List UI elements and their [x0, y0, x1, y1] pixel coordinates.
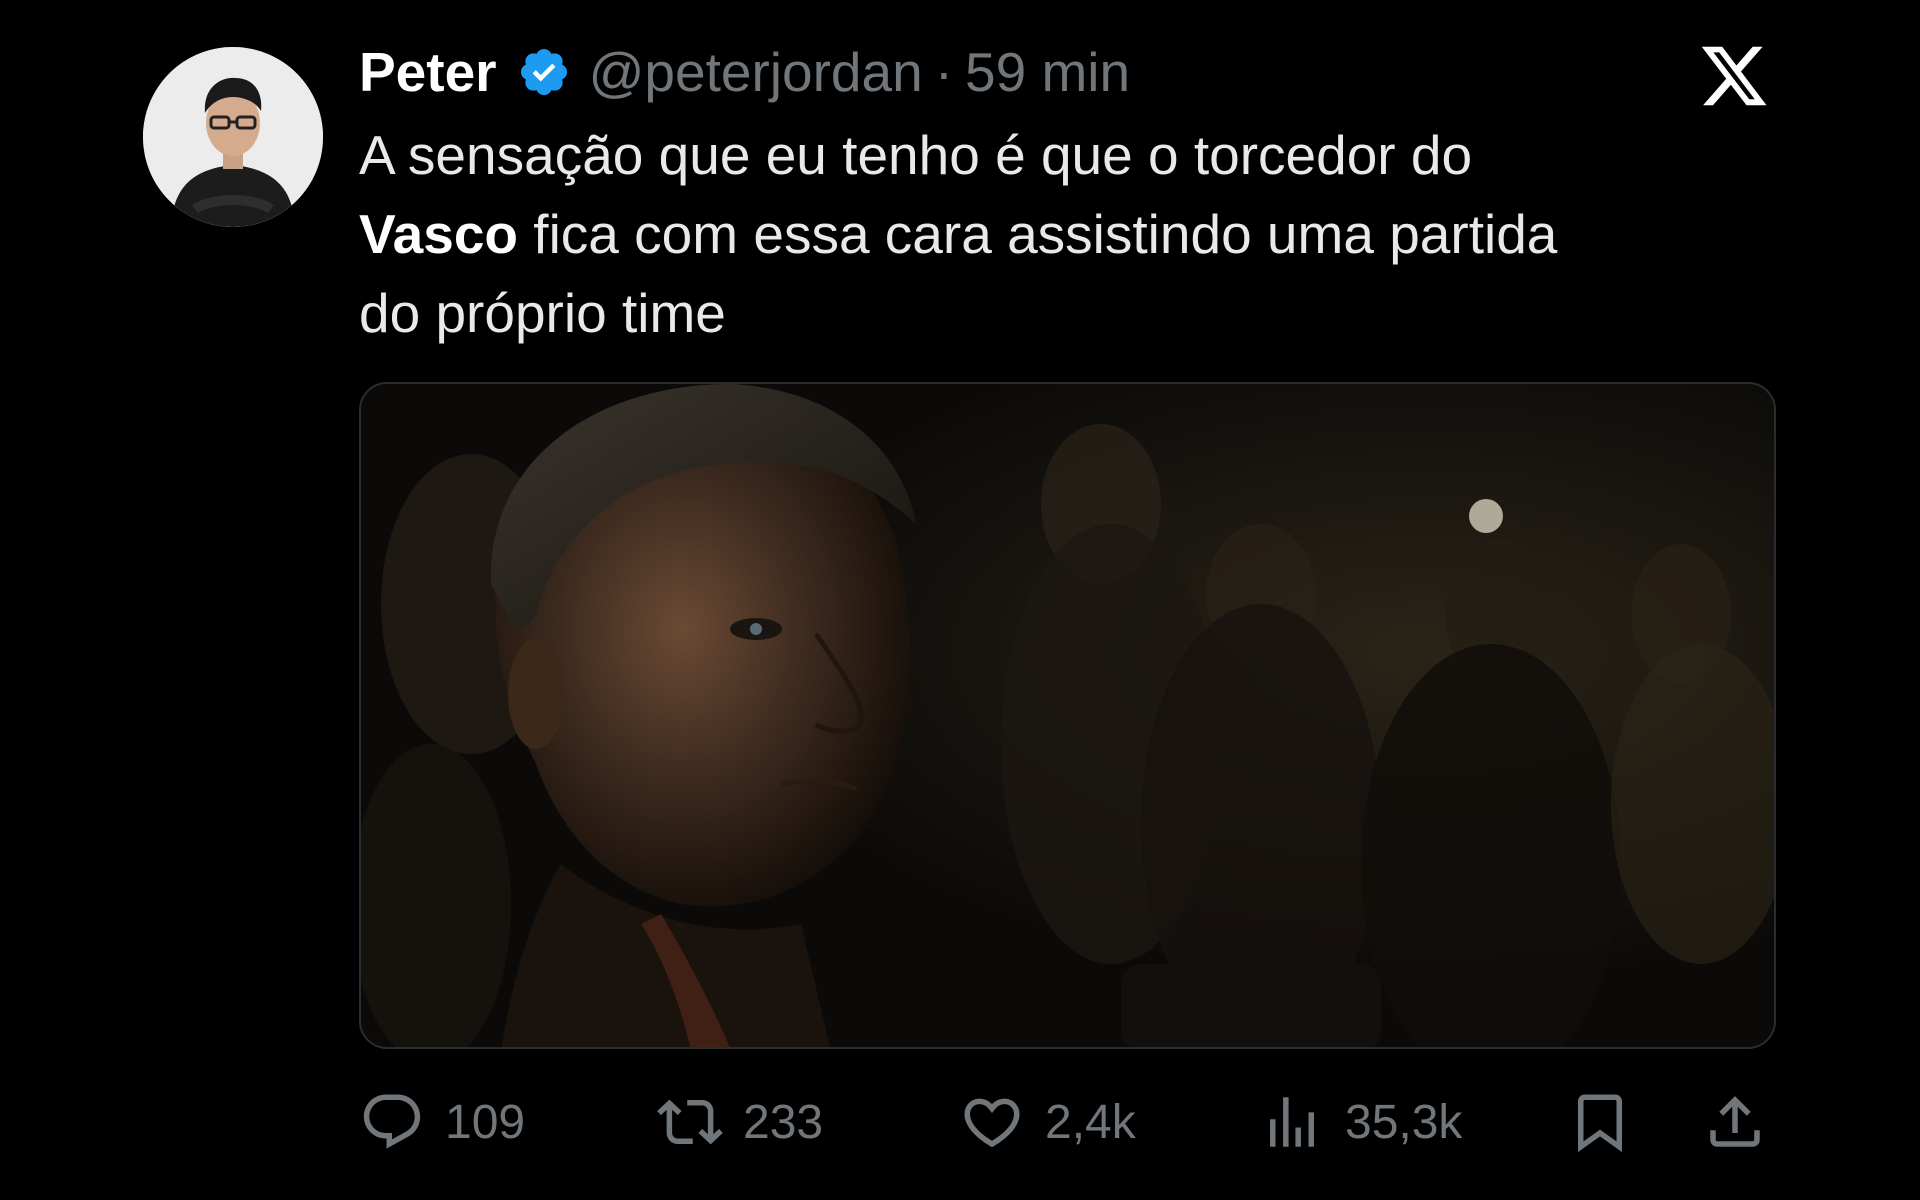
reply-count: 109: [445, 1095, 526, 1149]
tweet-header: Peter @peterjordan · 59 min: [359, 36, 1130, 108]
views-chart-icon: [1270, 1097, 1314, 1147]
share-icon: [1710, 1096, 1760, 1147]
retweet-count: 233: [743, 1095, 824, 1149]
like-count: 2,4k: [1045, 1095, 1136, 1149]
like-button[interactable]: 2,4k: [959, 1086, 1136, 1158]
heart-icon: [964, 1098, 1020, 1148]
share-button[interactable]: [1702, 1086, 1768, 1158]
tweet-text-line-1: A sensação que eu tenho é que o torcedor…: [359, 124, 1473, 186]
reply-icon: [363, 1094, 421, 1149]
separator-dot: ·: [934, 41, 954, 103]
tweet-actions-bar: 109 233 2,4k 35,3k: [359, 1086, 1779, 1158]
tweet-text-line-2-rest: fica com essa cara assistindo uma partid…: [518, 203, 1558, 265]
author-handle[interactable]: @peterjordan: [589, 40, 923, 104]
tweet-media-image[interactable]: [359, 382, 1776, 1049]
tweet-text-line-2: Vasco fica com essa cara assistindo uma …: [359, 195, 1779, 274]
views-button[interactable]: 35,3k: [1259, 1086, 1462, 1158]
bookmark-button[interactable]: [1567, 1086, 1633, 1158]
verified-badge-icon: [517, 45, 571, 99]
bookmark-icon: [1578, 1094, 1622, 1153]
retweet-button[interactable]: 233: [657, 1086, 823, 1158]
tweet-timestamp[interactable]: 59 min: [965, 40, 1130, 104]
views-count: 35,3k: [1345, 1095, 1463, 1149]
author-name[interactable]: Peter: [359, 40, 497, 104]
avatar[interactable]: [143, 47, 323, 227]
retweet-icon: [657, 1099, 723, 1145]
reply-button[interactable]: 109: [359, 1086, 525, 1158]
tweet-text-line-3: do próprio time: [359, 282, 726, 344]
tweet-text: A sensação que eu tenho é que o torcedor…: [359, 116, 1779, 353]
tweet-text-bold-word: Vasco: [359, 203, 519, 265]
x-logo-icon: [1697, 40, 1771, 112]
